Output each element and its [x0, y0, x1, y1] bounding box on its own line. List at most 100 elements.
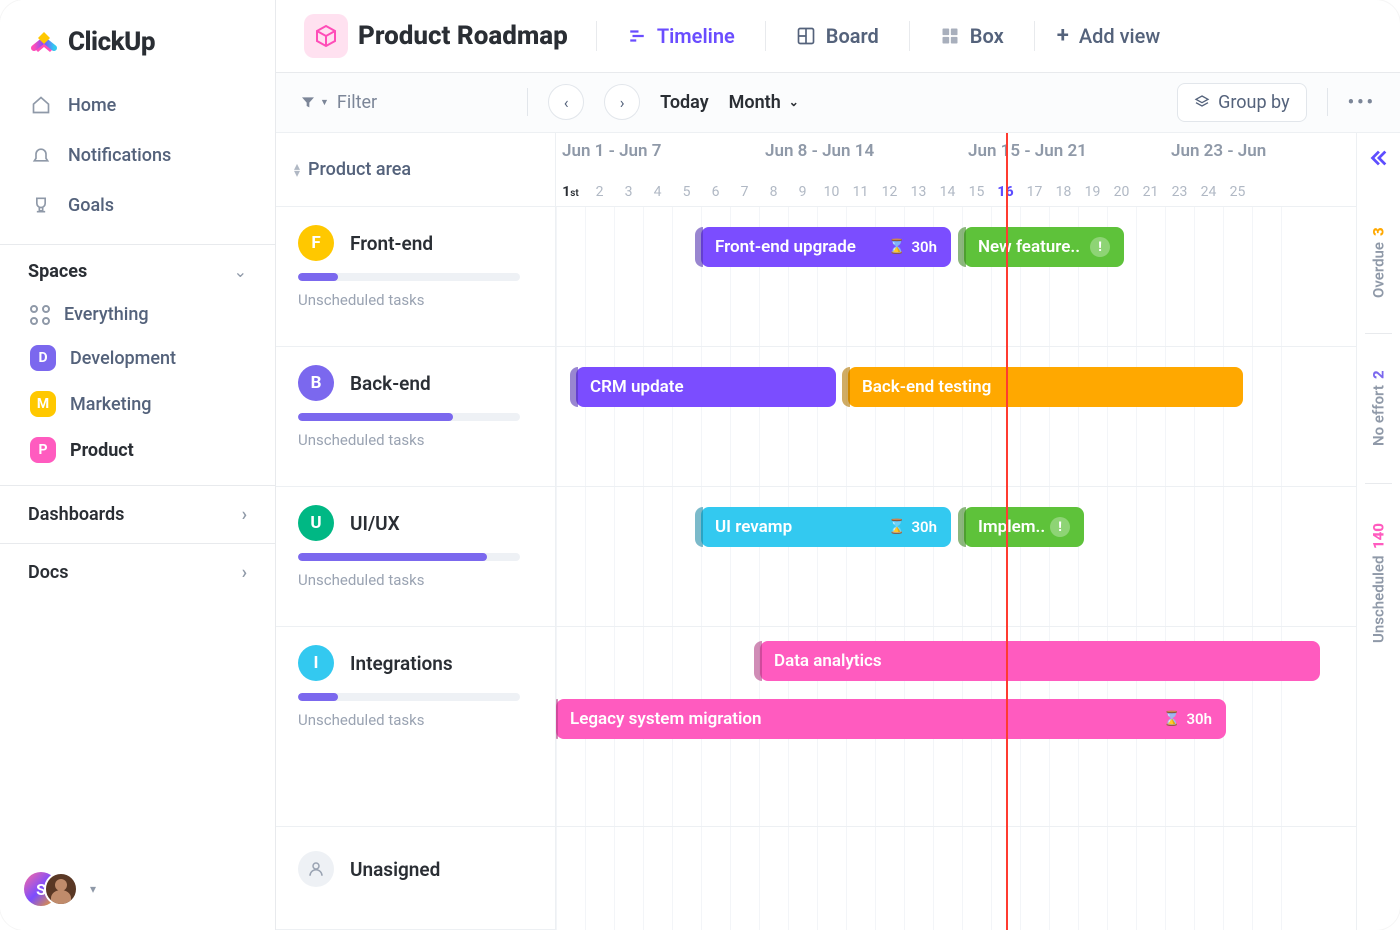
task-bar[interactable]: Back-end testing: [848, 367, 1243, 407]
task-label: UI revamp: [715, 517, 792, 537]
sidebar-item-everything[interactable]: Everything: [20, 294, 255, 335]
docs-label: Docs: [28, 562, 69, 583]
group-backend[interactable]: BBack-endUnscheduled tasks: [276, 347, 555, 487]
task-bar[interactable]: Legacy system migration⌛30h: [556, 699, 1226, 739]
timeline[interactable]: Jun 1 - Jun 7Jun 8 - Jun 14Jun 15 - Jun …: [556, 133, 1356, 930]
day-cell: 10: [817, 184, 846, 200]
view-timeline-label: Timeline: [657, 24, 735, 48]
view-board[interactable]: Board: [788, 18, 887, 54]
day-cell: 11: [846, 184, 875, 200]
avatar-stack: S: [24, 872, 80, 906]
chevron-down-icon: ⌄: [789, 95, 799, 109]
progress-bar: [298, 273, 520, 281]
avatar: [44, 872, 78, 906]
group-avatar: B: [298, 365, 334, 401]
hourglass-icon: ⌛: [1163, 711, 1180, 727]
collapse-rail-button[interactable]: [1367, 147, 1389, 169]
group-integrations[interactable]: IIntegrationsUnscheduled tasks: [276, 627, 555, 827]
cube-icon: [304, 14, 348, 58]
day-cell: 13: [904, 184, 933, 200]
day-cell: 6: [701, 184, 730, 200]
group-column: ▴▾ Product area FFront-endUnscheduled ta…: [276, 133, 556, 930]
home-icon: [30, 94, 52, 116]
view-box[interactable]: Box: [932, 18, 1012, 54]
trophy-icon: [30, 194, 52, 216]
filter-button[interactable]: ▼ Filter: [300, 92, 377, 113]
more-button[interactable]: •••: [1348, 92, 1376, 113]
task-bar[interactable]: Front-end upgrade⌛30h: [701, 227, 951, 267]
user-icon: [298, 851, 334, 887]
group-frontend[interactable]: FFront-endUnscheduled tasks: [276, 207, 555, 347]
next-button[interactable]: ›: [604, 84, 640, 120]
rail-unscheduled[interactable]: Unscheduled 140: [1357, 493, 1400, 673]
rail-noeffort[interactable]: No effort 2: [1357, 343, 1400, 473]
add-view-button[interactable]: + Add view: [1057, 23, 1160, 48]
caret-down-icon: ▼: [320, 97, 329, 108]
space-label: Marketing: [70, 394, 151, 415]
nav-notifications[interactable]: Notifications: [20, 130, 255, 180]
timeline-row: [556, 827, 1356, 930]
side-rail: Overdue 3 No effort 2 Unscheduled 140: [1356, 133, 1400, 930]
view-board-label: Board: [826, 24, 879, 48]
today-button[interactable]: Today: [660, 92, 709, 113]
chevron-right-icon: ›: [620, 93, 625, 112]
task-bar[interactable]: New feature..!: [964, 227, 1124, 267]
task-label: Back-end testing: [862, 377, 991, 397]
day-cell: 8: [759, 184, 788, 200]
task-bar[interactable]: CRM update: [576, 367, 836, 407]
filter-icon: [300, 94, 316, 110]
day-cell: 23: [1165, 184, 1194, 200]
unscheduled-label: Unscheduled tasks: [298, 571, 533, 589]
nav-home[interactable]: Home: [20, 80, 255, 130]
unscheduled-label: Unscheduled tasks: [298, 431, 533, 449]
view-box-label: Box: [970, 24, 1004, 48]
bell-icon: [30, 144, 52, 166]
day-cell: 24: [1194, 184, 1223, 200]
group-unassigned[interactable]: Unasigned: [276, 827, 555, 930]
view-timeline[interactable]: Timeline: [619, 18, 743, 54]
sidebar-item-marketing[interactable]: MMarketing: [20, 381, 255, 427]
sidebar-item-product[interactable]: PProduct: [20, 427, 255, 473]
group-uiux[interactable]: UUI/UXUnscheduled tasks: [276, 487, 555, 627]
everything-label: Everything: [64, 304, 149, 325]
task-bar[interactable]: UI revamp⌛30h: [701, 507, 951, 547]
caret-down-icon: ▾: [90, 882, 96, 896]
space-label: Development: [70, 348, 176, 369]
scale-select[interactable]: Month ⌄: [729, 92, 799, 113]
sidebar-dashboards[interactable]: Dashboards ›: [0, 485, 275, 543]
toolbar: ▼ Filter ‹ › Today Month ⌄ Group by •••: [276, 73, 1400, 133]
timeline-header: Jun 1 - Jun 7Jun 8 - Jun 14Jun 15 - Jun …: [556, 133, 1356, 207]
layers-icon: [1194, 94, 1210, 110]
box-icon: [940, 26, 960, 46]
spaces-header[interactable]: Spaces ⌄: [0, 244, 275, 294]
group-name: UI/UX: [350, 512, 400, 535]
sidebar-item-development[interactable]: DDevelopment: [20, 335, 255, 381]
nav-goals[interactable]: Goals: [20, 180, 255, 230]
unscheduled-label: Unscheduled tasks: [298, 291, 533, 309]
week-label: Jun 8 - Jun 14: [759, 141, 962, 161]
day-cell: 4: [643, 184, 672, 200]
task-bar[interactable]: Implem..!: [964, 507, 1084, 547]
brand-name: ClickUp: [68, 27, 155, 57]
group-name: Unasigned: [350, 858, 440, 881]
hourglass-icon: ⌛: [888, 519, 905, 535]
nav-notifications-label: Notifications: [68, 145, 171, 166]
prev-button[interactable]: ‹: [548, 84, 584, 120]
chevron-right-icon: ›: [242, 562, 247, 583]
task-label: Legacy system migration: [570, 709, 762, 729]
sidebar-docs[interactable]: Docs ›: [0, 543, 275, 601]
group-by-button[interactable]: Group by: [1177, 83, 1306, 122]
user-menu[interactable]: S ▾: [0, 854, 275, 930]
week-label: Jun 15 - Jun 21: [962, 141, 1165, 161]
brand[interactable]: ClickUp: [0, 18, 275, 80]
day-cell: 14: [933, 184, 962, 200]
column-header[interactable]: ▴▾ Product area: [276, 133, 555, 207]
timeline-icon: [627, 27, 647, 45]
page-title: Product Roadmap: [358, 21, 568, 51]
day-cell: 2: [585, 184, 614, 200]
sidebar: ClickUp Home Notifications Goals Spaces …: [0, 0, 276, 930]
day-cell: 12: [875, 184, 904, 200]
task-bar[interactable]: Data analytics: [760, 641, 1320, 681]
warning-icon: !: [1090, 237, 1110, 257]
rail-overdue[interactable]: Overdue 3: [1357, 203, 1400, 323]
